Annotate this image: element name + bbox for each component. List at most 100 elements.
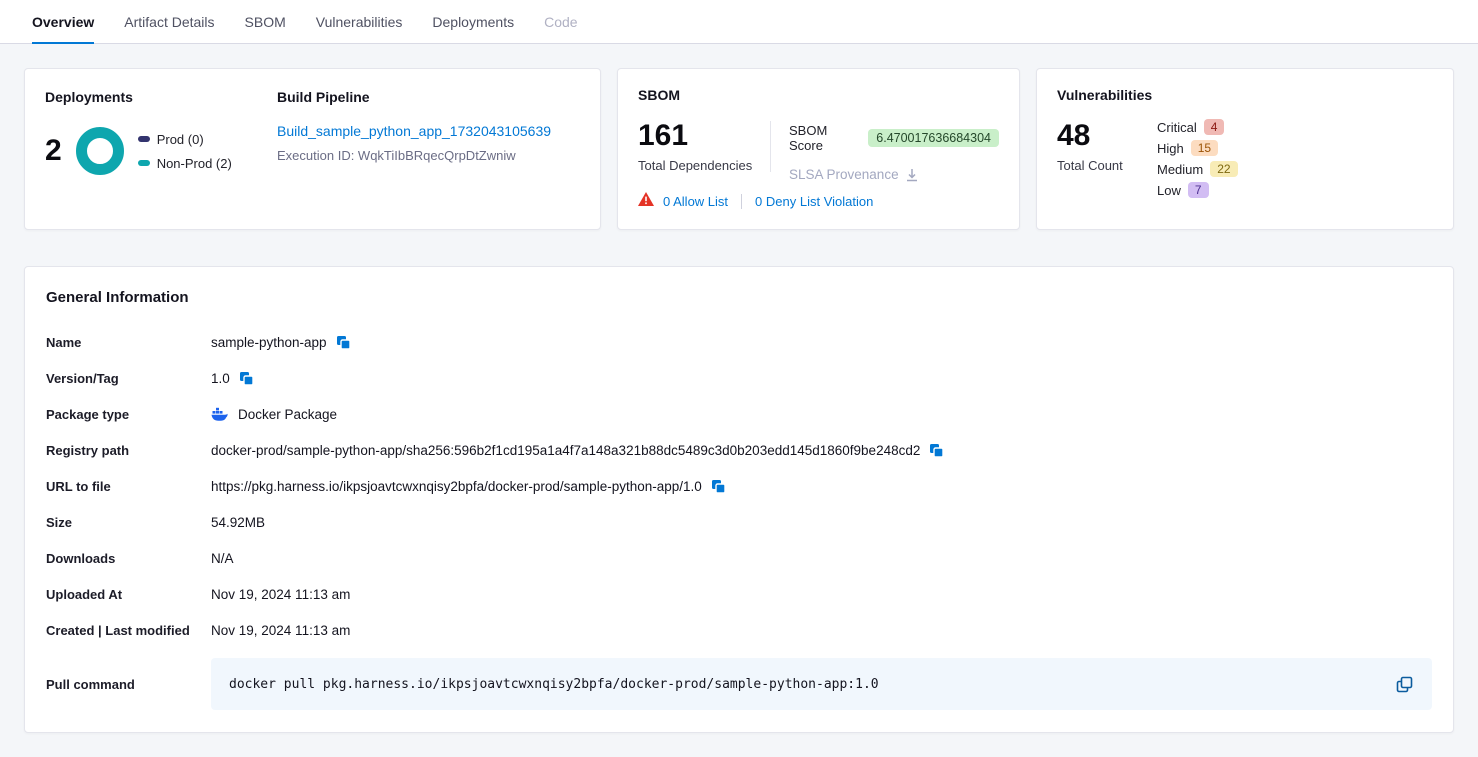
name-label: Name [46,335,211,350]
build-pipeline-section: Build Pipeline Build_sample_python_app_1… [277,89,580,209]
general-information-title: General Information [46,289,1432,306]
sbom-title: SBOM [638,87,999,103]
build-pipeline-link[interactable]: Build_sample_python_app_1732043105639 [277,123,551,139]
build-pipeline-title: Build Pipeline [277,89,580,105]
tab-sbom[interactable]: SBOM [245,0,286,43]
vulnerabilities-card: Vulnerabilities 48 Total Count Critical … [1036,68,1454,230]
info-row-version: Version/Tag 1.0 [46,360,1432,396]
pull-command-block: docker pull pkg.harness.io/ikpsjoavtcwxn… [211,658,1432,710]
legend-item-prod: Prod (0) [138,132,232,147]
sbom-policy-row: 0 Allow List 0 Deny List Violation [638,192,999,211]
legend-item-nonprod: Non-Prod (2) [138,156,232,171]
copy-registry-path-button[interactable] [928,442,945,459]
severity-legend: Critical 4 High 15 Medium 22 Low 7 [1157,119,1238,198]
slsa-provenance-label: SLSA Provenance [789,167,899,182]
tab-artifact-details[interactable]: Artifact Details [124,0,214,43]
sbom-score-badge: 6.470017636684304 [868,129,999,147]
execution-id: Execution ID: WqkTiIbBRqecQrpDtZwniw [277,148,580,163]
tab-deployments[interactable]: Deployments [432,0,514,43]
severity-medium-label: Medium [1157,162,1203,177]
tab-vulnerabilities[interactable]: Vulnerabilities [316,0,403,43]
nonprod-legend-label: Non-Prod (2) [157,156,232,171]
page-content: Deployments 2 Prod (0) Non-Prod (2) [0,44,1478,757]
policy-divider [741,194,742,209]
download-icon [905,168,919,182]
package-type-label: Package type [46,407,211,422]
pull-command-label: Pull command [46,677,211,692]
size-value: 54.92MB [211,515,265,530]
info-row-downloads: Downloads N/A [46,540,1432,576]
deployments-title: Deployments [45,89,277,105]
severity-high-count: 15 [1191,140,1218,156]
copy-name-button[interactable] [335,334,352,351]
severity-high-label: High [1157,141,1184,156]
sbom-score-row: SBOM Score 6.470017636684304 [789,123,999,153]
copy-pull-command-button[interactable] [1395,675,1414,694]
uploaded-at-label: Uploaded At [46,587,211,602]
info-row-uploaded-at: Uploaded At Nov 19, 2024 11:13 am [46,576,1432,612]
severity-row-medium: Medium 22 [1157,161,1238,177]
sbom-totals: 161 Total Dependencies [638,119,770,182]
sbom-body: 161 Total Dependencies SBOM Score 6.4700… [638,119,999,182]
created-modified-label: Created | Last modified [46,623,211,638]
tab-code: Code [544,0,577,43]
copy-url-button[interactable] [710,478,727,495]
severity-row-low: Low 7 [1157,182,1238,198]
uploaded-at-value: Nov 19, 2024 11:13 am [211,587,350,602]
deployments-donut-chart [76,127,124,175]
vulnerabilities-total-count: 48 [1057,119,1157,152]
created-modified-value: Nov 19, 2024 11:13 am [211,623,350,638]
allow-list-link[interactable]: 0 Allow List [663,194,728,209]
deployments-count: 2 [45,134,62,168]
info-row-registry-path: Registry path docker-prod/sample-python-… [46,432,1432,468]
sbom-total-label: Total Dependencies [638,158,770,173]
info-row-name: Name sample-python-app [46,324,1432,360]
severity-low-label: Low [1157,183,1181,198]
registry-path-value: docker-prod/sample-python-app/sha256:596… [211,443,920,458]
prod-legend-dot [138,136,150,142]
name-value: sample-python-app [211,335,327,350]
deny-list-link[interactable]: 0 Deny List Violation [755,194,873,209]
sbom-score-section: SBOM Score 6.470017636684304 SLSA Proven… [789,119,999,182]
severity-medium-count: 22 [1210,161,1237,177]
severity-row-critical: Critical 4 [1157,119,1238,135]
downloads-value: N/A [211,551,234,566]
vulnerabilities-total-label: Total Count [1057,158,1157,173]
version-value: 1.0 [211,371,230,386]
severity-row-high: High 15 [1157,140,1238,156]
package-type-value: Docker Package [238,407,337,422]
nonprod-legend-dot [138,160,150,166]
url-value: https://pkg.harness.io/ikpsjoavtcwxnqisy… [211,479,702,494]
deployments-section: Deployments 2 Prod (0) Non-Prod (2) [45,89,277,209]
deployments-legend: Prod (0) Non-Prod (2) [138,132,232,171]
sbom-score-label: SBOM Score [789,123,860,153]
url-label: URL to file [46,479,211,494]
copy-version-button[interactable] [238,370,255,387]
registry-path-label: Registry path [46,443,211,458]
sbom-card: SBOM 161 Total Dependencies SBOM Score 6… [617,68,1020,230]
size-label: Size [46,515,211,530]
summary-cards-row: Deployments 2 Prod (0) Non-Prod (2) [24,68,1454,230]
sbom-divider [770,121,771,172]
general-information-card: General Information Name sample-python-a… [24,266,1454,733]
warning-icon [638,192,654,211]
vulnerabilities-totals: 48 Total Count [1057,119,1157,198]
deployments-stats: 2 Prod (0) Non-Prod (2) [45,127,277,175]
vulnerabilities-title: Vulnerabilities [1057,87,1433,103]
prod-legend-label: Prod (0) [157,132,204,147]
version-label: Version/Tag [46,371,211,386]
info-row-pull-command: Pull command docker pull pkg.harness.io/… [46,658,1432,710]
docker-icon [211,407,228,421]
severity-critical-count: 4 [1204,119,1225,135]
info-row-package-type: Package type Docker Package [46,396,1432,432]
tab-overview[interactable]: Overview [32,0,94,43]
downloads-label: Downloads [46,551,211,566]
slsa-provenance-row: SLSA Provenance [789,167,999,182]
info-row-created-modified: Created | Last modified Nov 19, 2024 11:… [46,612,1432,648]
severity-critical-label: Critical [1157,120,1197,135]
pull-command-text: docker pull pkg.harness.io/ikpsjoavtcwxn… [229,677,1395,692]
severity-low-count: 7 [1188,182,1209,198]
sbom-total-count: 161 [638,119,770,152]
info-row-size: Size 54.92MB [46,504,1432,540]
tab-bar: Overview Artifact Details SBOM Vulnerabi… [0,0,1478,44]
